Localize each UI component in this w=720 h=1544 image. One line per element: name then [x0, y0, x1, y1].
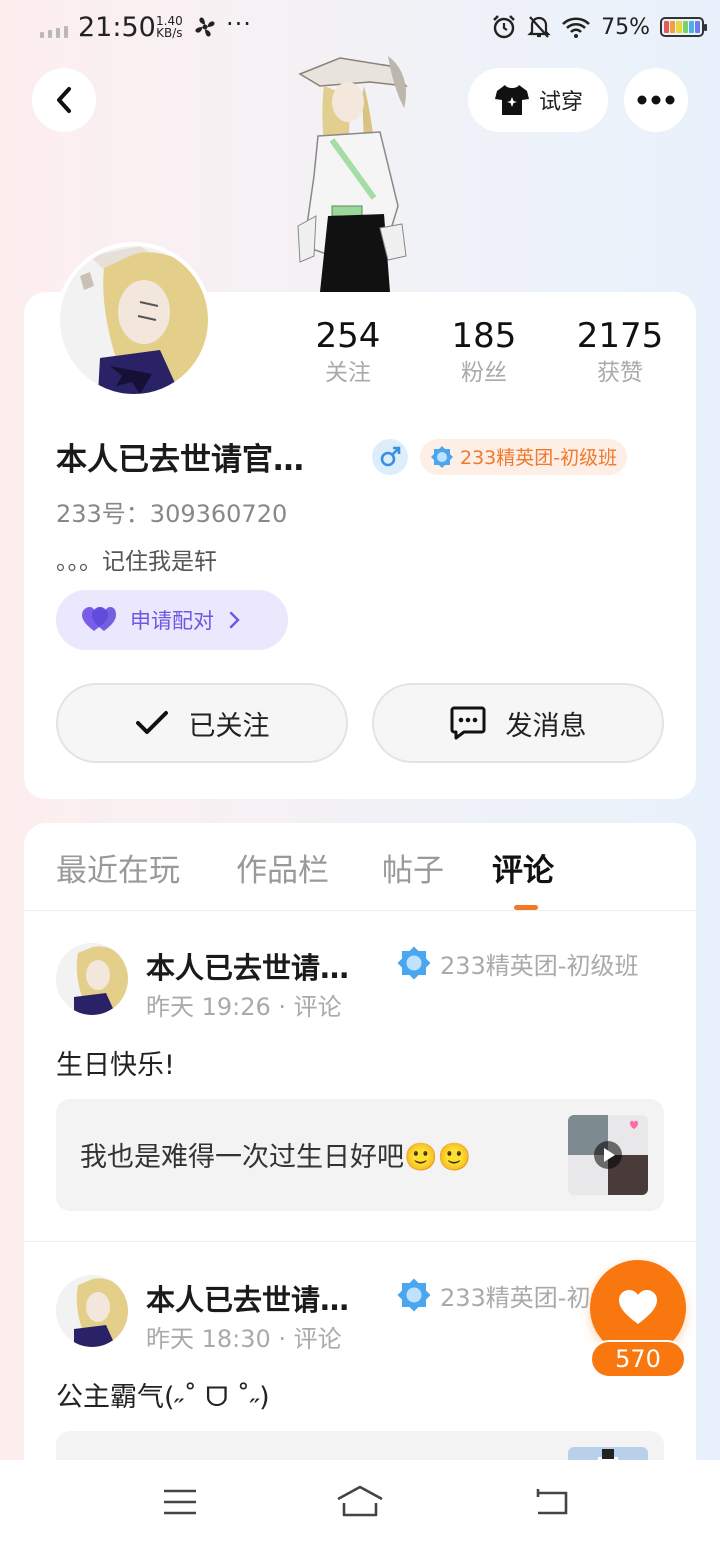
comment-text: 生日快乐!: [56, 1050, 175, 1081]
followed-label: 已关注: [188, 710, 270, 742]
male-icon: [372, 438, 408, 475]
comment-meta: 昨天 19:26 · 评论: [146, 993, 342, 1021]
comment-author[interactable]: 本人已去世请…: [146, 945, 374, 987]
rank-badge: 233精英团-初级班: [396, 945, 638, 981]
battery-percent: 75%: [601, 14, 650, 40]
fans-label: 粉丝: [461, 360, 507, 386]
divider: [24, 1241, 696, 1242]
avatar-image: [56, 943, 128, 1015]
mute-bell-icon: [527, 16, 551, 38]
avatar-image: [60, 246, 208, 394]
heart-icon: [619, 1290, 657, 1324]
more-dots-icon: [637, 95, 675, 105]
comment-text: 公主霸气(˶˚ ᗜ ˚˶): [56, 1382, 270, 1413]
rank-label: 233精英团-初级班: [460, 447, 618, 469]
alarm-icon: [493, 15, 515, 39]
send-message-label: 发消息: [505, 710, 587, 742]
avatar-image: [56, 1275, 128, 1347]
quoted-post-text: 我也是难得一次过生日好吧🙂🙂: [80, 1142, 472, 1173]
user-id: 233号：309360720: [56, 500, 288, 528]
chevron-left-icon: [57, 87, 71, 113]
chevron-right-icon: [229, 611, 240, 629]
send-message-button[interactable]: 发消息: [372, 683, 664, 763]
try-on-label: 试穿: [538, 90, 583, 115]
avatar[interactable]: [56, 943, 128, 1015]
hamburger-icon: [164, 1489, 196, 1515]
check-icon: [135, 711, 168, 734]
apply-pair-label: 申请配对: [130, 609, 214, 633]
wifi-icon: [562, 17, 591, 38]
return-icon: [536, 1489, 568, 1515]
stat-following[interactable]: 254 关注: [288, 314, 408, 388]
video-thumbnail-image: [568, 1115, 648, 1195]
quoted-post-thumbnail: [568, 1115, 648, 1195]
feed-card: 最近在玩 作品栏 帖子 评论 本人已去世请… 233精英团-初级班 昨天 19:…: [24, 823, 696, 1544]
try-on-button[interactable]: 试穿: [468, 68, 608, 132]
more-notifications-icon: ···: [226, 10, 252, 38]
tab-recently-played[interactable]: 最近在玩: [56, 845, 180, 890]
back-button[interactable]: [32, 68, 96, 132]
tshirt-icon: [494, 85, 529, 115]
tab-comments[interactable]: 评论: [492, 845, 554, 890]
rank-medal-icon: [397, 1278, 431, 1312]
likes-count: 2175: [576, 316, 664, 356]
user-bio: 。。。记住我是轩: [56, 549, 217, 575]
more-options-button[interactable]: [624, 68, 688, 132]
like-count: 570: [590, 1340, 686, 1378]
tab-indicator: [514, 905, 538, 910]
fans-count: 185: [451, 316, 517, 356]
stat-fans[interactable]: 185 粉丝: [424, 314, 544, 388]
home-icon: [337, 1485, 383, 1517]
profile-tabs: 最近在玩 作品栏 帖子 评论: [24, 823, 696, 911]
network-speed: 1.40 KB/s: [156, 14, 183, 40]
profile-avatar[interactable]: [56, 242, 212, 398]
battery-icon: [660, 17, 707, 37]
followed-button[interactable]: 已关注: [56, 683, 348, 763]
system-nav-bar: [0, 1460, 720, 1544]
back-nav-button[interactable]: [526, 1480, 574, 1524]
stat-likes[interactable]: 2175 获赞: [560, 314, 680, 388]
quoted-post[interactable]: 我也是难得一次过生日好吧🙂🙂: [56, 1099, 664, 1211]
following-count: 254: [315, 316, 381, 356]
rank-label: 233精英团-初级班: [440, 951, 639, 980]
likes-label: 获赞: [597, 360, 643, 386]
following-label: 关注: [325, 360, 371, 386]
signal-icon: [40, 26, 68, 38]
home-button[interactable]: [336, 1480, 384, 1524]
comment-meta: 昨天 18:30 · 评论: [146, 1325, 342, 1353]
status-bar: 21:50 1.40 KB/s ··· 75%: [0, 0, 720, 56]
fan-icon: [195, 17, 215, 37]
tab-posts[interactable]: 帖子: [382, 845, 444, 890]
tab-works[interactable]: 作品栏: [236, 845, 329, 890]
rank-medal-icon: [397, 946, 431, 980]
clock: 21:50: [78, 12, 156, 43]
menu-button[interactable]: [156, 1480, 204, 1524]
avatar-3d-character: [280, 56, 430, 292]
rank-badge[interactable]: 233精英团-初级班: [420, 438, 628, 475]
avatar[interactable]: [56, 1275, 128, 1347]
rank-medal-icon: [431, 445, 453, 468]
profile-username: 本人已去世请官…: [56, 442, 304, 478]
apply-pair-button[interactable]: 申请配对: [56, 590, 288, 650]
chat-bubble-icon: [450, 706, 485, 740]
comment-author[interactable]: 本人已去世请…: [146, 1277, 374, 1319]
double-heart-icon: [82, 607, 116, 631]
